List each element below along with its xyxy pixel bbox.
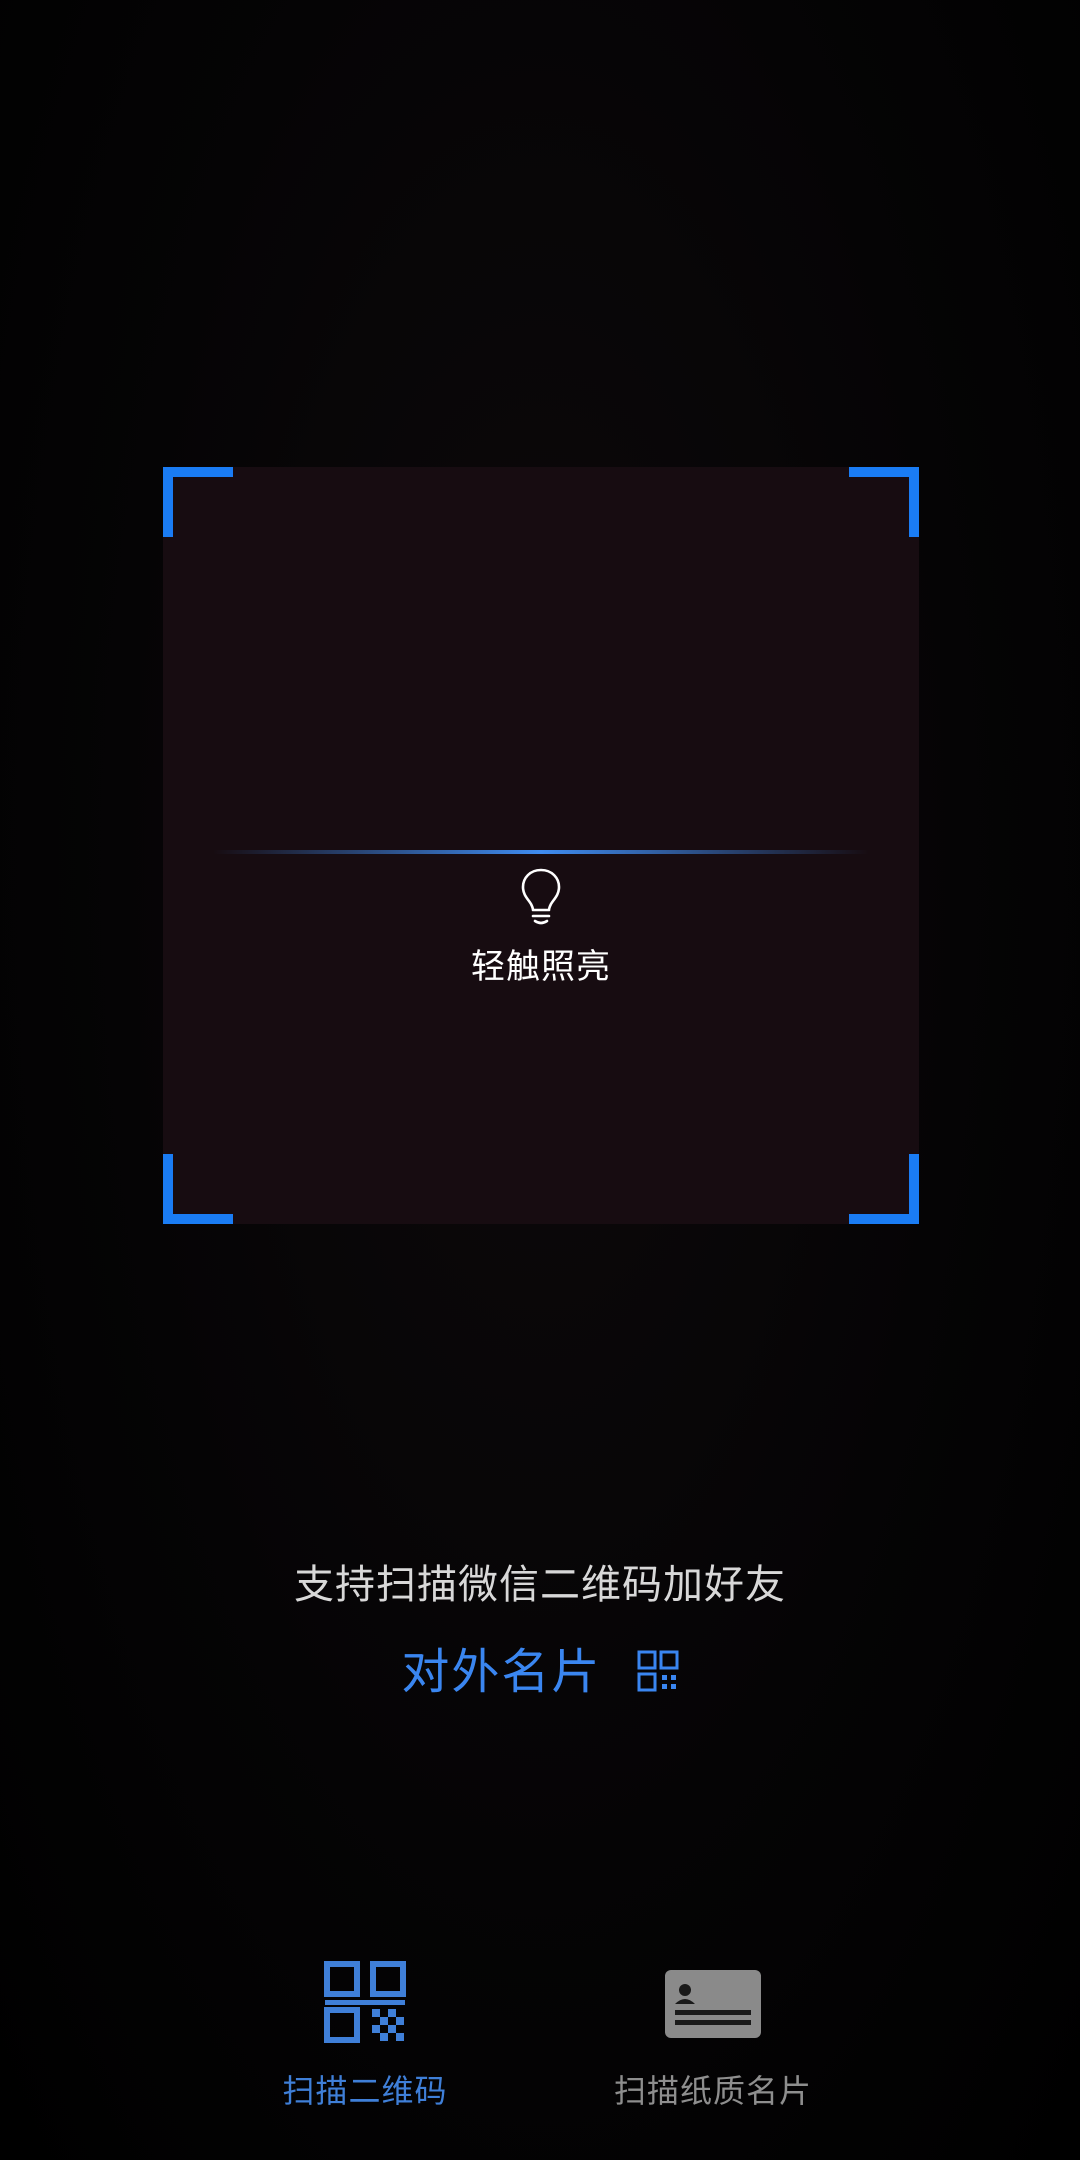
tab-scan-business-card[interactable]: 扫描纸质名片	[563, 1960, 863, 2112]
external-card-link[interactable]: 对外名片	[0, 1632, 1080, 1702]
scan-hint: 支持扫描微信二维码加好友	[294, 1562, 786, 1608]
tab-scan-business-card-label: 扫描纸质名片	[613, 2072, 812, 2110]
flashlight-toggle[interactable]: 轻触照亮	[163, 867, 919, 988]
qr-code-icon	[324, 1961, 406, 2043]
scan-corner-top-left	[163, 467, 233, 537]
qr-code-icon	[637, 1650, 679, 1692]
external-card-label: 对外名片	[401, 1644, 602, 1700]
lightbulb-icon	[521, 868, 561, 925]
scan-corner-bottom-right	[849, 1154, 919, 1224]
scan-corner-top-right	[849, 467, 919, 537]
scan-corner-bottom-left	[163, 1154, 233, 1224]
flashlight-label: 轻触照亮	[471, 947, 611, 987]
scan-line	[213, 850, 869, 854]
tab-scan-qr-code-label: 扫描二维码	[282, 2072, 448, 2110]
scanner-screen: 轻触照亮 支持扫描微信二维码加好友 对外名片 扫描二维码 扫描纸质名片	[0, 0, 1080, 2160]
scan-frame: 轻触照亮	[163, 467, 919, 1224]
business-card-icon	[665, 1970, 761, 2038]
tab-scan-qr-code[interactable]: 扫描二维码	[215, 1960, 515, 2112]
